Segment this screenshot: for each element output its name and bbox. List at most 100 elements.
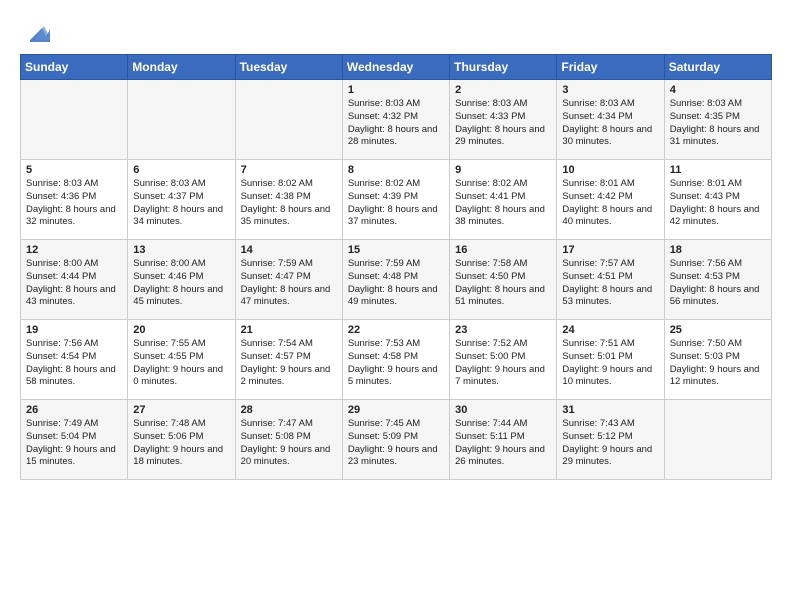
calendar-cell: 19 Sunrise: 7:56 AM Sunset: 4:54 PM Dayli… [21,320,128,400]
day-number: 22 [348,324,444,336]
calendar-cell: 27 Sunrise: 7:48 AM Sunset: 5:06 PM Dayli… [128,400,235,480]
day-number: 4 [670,84,766,96]
day-number: 9 [455,164,551,176]
logo-icon [22,18,50,46]
day-info: Sunrise: 8:03 AM Sunset: 4:34 PM Dayligh… [562,98,658,149]
day-number: 18 [670,244,766,256]
calendar-cell: 11 Sunrise: 8:01 AM Sunset: 4:43 PM Dayli… [664,160,771,240]
week-row-4: 19 Sunrise: 7:56 AM Sunset: 4:54 PM Dayli… [21,320,772,400]
day-info: Sunrise: 8:03 AM Sunset: 4:33 PM Dayligh… [455,98,551,149]
day-info: Sunrise: 7:53 AM Sunset: 4:58 PM Dayligh… [348,338,444,389]
day-number: 11 [670,164,766,176]
day-info: Sunrise: 7:44 AM Sunset: 5:11 PM Dayligh… [455,418,551,469]
calendar-cell: 9 Sunrise: 8:02 AM Sunset: 4:41 PM Daylig… [450,160,557,240]
header-cell-wednesday: Wednesday [342,55,449,80]
day-number: 20 [133,324,229,336]
day-number: 7 [241,164,337,176]
calendar-cell: 4 Sunrise: 8:03 AM Sunset: 4:35 PM Daylig… [664,80,771,160]
day-info: Sunrise: 7:55 AM Sunset: 4:55 PM Dayligh… [133,338,229,389]
day-number: 10 [562,164,658,176]
header-cell-saturday: Saturday [664,55,771,80]
day-number: 23 [455,324,551,336]
day-number: 30 [455,404,551,416]
calendar-cell: 20 Sunrise: 7:55 AM Sunset: 4:55 PM Dayli… [128,320,235,400]
week-row-3: 12 Sunrise: 8:00 AM Sunset: 4:44 PM Dayli… [21,240,772,320]
day-info: Sunrise: 8:01 AM Sunset: 4:43 PM Dayligh… [670,178,766,229]
calendar-cell: 6 Sunrise: 8:03 AM Sunset: 4:37 PM Daylig… [128,160,235,240]
calendar-cell: 21Sunrise: 7:54 AM Sunset: 4:57 PM Dayli… [235,320,342,400]
week-row-1: 1 Sunrise: 8:03 AM Sunset: 4:32 PM Daylig… [21,80,772,160]
day-info: Sunrise: 7:56 AM Sunset: 4:53 PM Dayligh… [670,258,766,309]
day-info: Sunrise: 8:03 AM Sunset: 4:35 PM Dayligh… [670,98,766,149]
header-cell-tuesday: Tuesday [235,55,342,80]
calendar-cell: 24 Sunrise: 7:51 AM Sunset: 5:01 PM Dayli… [557,320,664,400]
day-info: Sunrise: 7:49 AM Sunset: 5:04 PM Dayligh… [26,418,122,469]
day-info: Sunrise: 7:56 AM Sunset: 4:54 PM Dayligh… [26,338,122,389]
day-number: 8 [348,164,444,176]
day-info: Sunrise: 8:00 AM Sunset: 4:44 PM Dayligh… [26,258,122,309]
calendar-cell: 22 Sunrise: 7:53 AM Sunset: 4:58 PM Dayli… [342,320,449,400]
day-info: Sunrise: 7:58 AM Sunset: 4:50 PM Dayligh… [455,258,551,309]
calendar-cell: 3 Sunrise: 8:03 AM Sunset: 4:34 PM Daylig… [557,80,664,160]
day-number: 29 [348,404,444,416]
calendar-cell: 12 Sunrise: 8:00 AM Sunset: 4:44 PM Dayli… [21,240,128,320]
day-number: 24 [562,324,658,336]
day-info: Sunrise: 8:01 AM Sunset: 4:42 PM Dayligh… [562,178,658,229]
day-number: 1 [348,84,444,96]
day-info: Sunrise: 7:50 AM Sunset: 5:03 PM Dayligh… [670,338,766,389]
day-info: Sunrise: 8:02 AM Sunset: 4:38 PM Dayligh… [241,178,337,229]
calendar-cell: 8 Sunrise: 8:02 AM Sunset: 4:39 PM Daylig… [342,160,449,240]
calendar-cell: 1 Sunrise: 8:03 AM Sunset: 4:32 PM Daylig… [342,80,449,160]
day-number: 5 [26,164,122,176]
day-number: 6 [133,164,229,176]
logo [20,18,50,46]
day-info: Sunrise: 8:03 AM Sunset: 4:36 PM Dayligh… [26,178,122,229]
day-number: 19 [26,324,122,336]
day-number: 12 [26,244,122,256]
header-cell-sunday: Sunday [21,55,128,80]
calendar-cell: 15Sunrise: 7:59 AM Sunset: 4:48 PM Dayli… [342,240,449,320]
day-info: Sunrise: 8:03 AM Sunset: 4:37 PM Dayligh… [133,178,229,229]
day-number: 13 [133,244,229,256]
calendar-cell [128,80,235,160]
day-number: 31 [562,404,658,416]
page: SundayMondayTuesdayWednesdayThursdayFrid… [0,0,792,612]
header-row: SundayMondayTuesdayWednesdayThursdayFrid… [21,55,772,80]
day-info: Sunrise: 7:59 AM Sunset: 4:48 PM Dayligh… [348,258,444,309]
calendar-cell [664,400,771,480]
calendar-cell: 23 Sunrise: 7:52 AM Sunset: 5:00 PM Dayli… [450,320,557,400]
calendar-cell: 30 Sunrise: 7:44 AM Sunset: 5:11 PM Dayli… [450,400,557,480]
calendar-cell: 25Sunrise: 7:50 AM Sunset: 5:03 PM Dayli… [664,320,771,400]
day-number: 3 [562,84,658,96]
calendar-cell: 7 Sunrise: 8:02 AM Sunset: 4:38 PM Daylig… [235,160,342,240]
day-number: 17 [562,244,658,256]
day-number: 21 [241,324,337,336]
day-info: Sunrise: 8:00 AM Sunset: 4:46 PM Dayligh… [133,258,229,309]
calendar-table: SundayMondayTuesdayWednesdayThursdayFrid… [20,54,772,480]
calendar-cell: 13 Sunrise: 8:00 AM Sunset: 4:46 PM Dayli… [128,240,235,320]
day-info: Sunrise: 7:51 AM Sunset: 5:01 PM Dayligh… [562,338,658,389]
calendar-cell: 16 Sunrise: 7:58 AM Sunset: 4:50 PM Dayli… [450,240,557,320]
calendar-cell: 26Sunrise: 7:49 AM Sunset: 5:04 PM Dayli… [21,400,128,480]
calendar-cell: 14Sunrise: 7:59 AM Sunset: 4:47 PM Dayli… [235,240,342,320]
day-info: Sunrise: 7:52 AM Sunset: 5:00 PM Dayligh… [455,338,551,389]
day-info: Sunrise: 8:02 AM Sunset: 4:41 PM Dayligh… [455,178,551,229]
calendar-cell: 5 Sunrise: 8:03 AM Sunset: 4:36 PM Daylig… [21,160,128,240]
day-number: 27 [133,404,229,416]
calendar-cell: 31 Sunrise: 7:43 AM Sunset: 5:12 PM Dayli… [557,400,664,480]
calendar-cell: 29Sunrise: 7:45 AM Sunset: 5:09 PM Dayli… [342,400,449,480]
day-info: Sunrise: 7:57 AM Sunset: 4:51 PM Dayligh… [562,258,658,309]
calendar-cell: 18 Sunrise: 7:56 AM Sunset: 4:53 PM Dayli… [664,240,771,320]
calendar-cell: 17 Sunrise: 7:57 AM Sunset: 4:51 PM Dayli… [557,240,664,320]
day-number: 2 [455,84,551,96]
calendar-cell: 28Sunrise: 7:47 AM Sunset: 5:08 PM Dayli… [235,400,342,480]
day-number: 14 [241,244,337,256]
calendar-cell [235,80,342,160]
calendar-cell: 10 Sunrise: 8:01 AM Sunset: 4:42 PM Dayli… [557,160,664,240]
day-info: Sunrise: 8:03 AM Sunset: 4:32 PM Dayligh… [348,98,444,149]
day-number: 16 [455,244,551,256]
day-info: Sunrise: 7:48 AM Sunset: 5:06 PM Dayligh… [133,418,229,469]
calendar-cell: 2 Sunrise: 8:03 AM Sunset: 4:33 PM Daylig… [450,80,557,160]
day-info: Sunrise: 8:02 AM Sunset: 4:39 PM Dayligh… [348,178,444,229]
day-info: Sunrise: 7:43 AM Sunset: 5:12 PM Dayligh… [562,418,658,469]
